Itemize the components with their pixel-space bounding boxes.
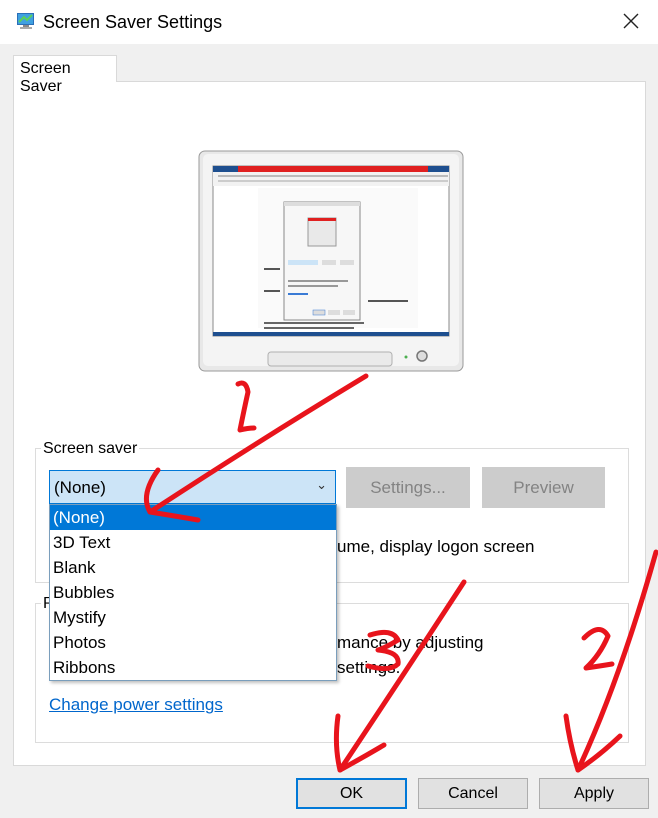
screen-saver-dropdown-list: (None) 3D Text Blank Bubbles Mystify Pho… (49, 504, 337, 681)
power-text-line1: mance by adjusting (337, 633, 484, 652)
close-icon[interactable] (618, 8, 644, 34)
chevron-down-icon: ⌄ (316, 477, 327, 492)
screen-saver-selected-value: (None) (54, 478, 106, 497)
window-title: Screen Saver Settings (43, 12, 223, 32)
power-text-line2: settings. (337, 658, 401, 677)
dropdown-option-ribbons[interactable]: Ribbons (50, 655, 336, 680)
ok-button[interactable]: OK (296, 778, 407, 809)
resume-logon-text: ume, display logon screen (337, 537, 535, 556)
apply-button[interactable]: Apply (539, 778, 649, 809)
screen-saver-group-label: Screen saver (41, 440, 140, 458)
monitor-preview (198, 150, 464, 372)
dropdown-option-3d-text[interactable]: 3D Text (50, 530, 336, 555)
dropdown-option-blank[interactable]: Blank (50, 555, 336, 580)
dropdown-option-photos[interactable]: Photos (50, 630, 336, 655)
dropdown-option-mystify[interactable]: Mystify (50, 605, 336, 630)
cancel-button[interactable]: Cancel (418, 778, 528, 809)
title-bar: Screen Saver Settings (0, 0, 658, 44)
preview-button[interactable]: Preview (482, 467, 605, 508)
dropdown-option-none[interactable]: (None) (50, 505, 336, 530)
dropdown-option-bubbles[interactable]: Bubbles (50, 580, 336, 605)
change-power-settings-link[interactable]: Change power settings (49, 695, 223, 715)
tab-screen-saver[interactable]: Screen Saver (13, 55, 117, 95)
screen-saver-app-icon (17, 13, 34, 29)
screen-saver-select[interactable]: (None) ⌄ (49, 470, 336, 504)
settings-button[interactable]: Settings... (346, 467, 470, 508)
